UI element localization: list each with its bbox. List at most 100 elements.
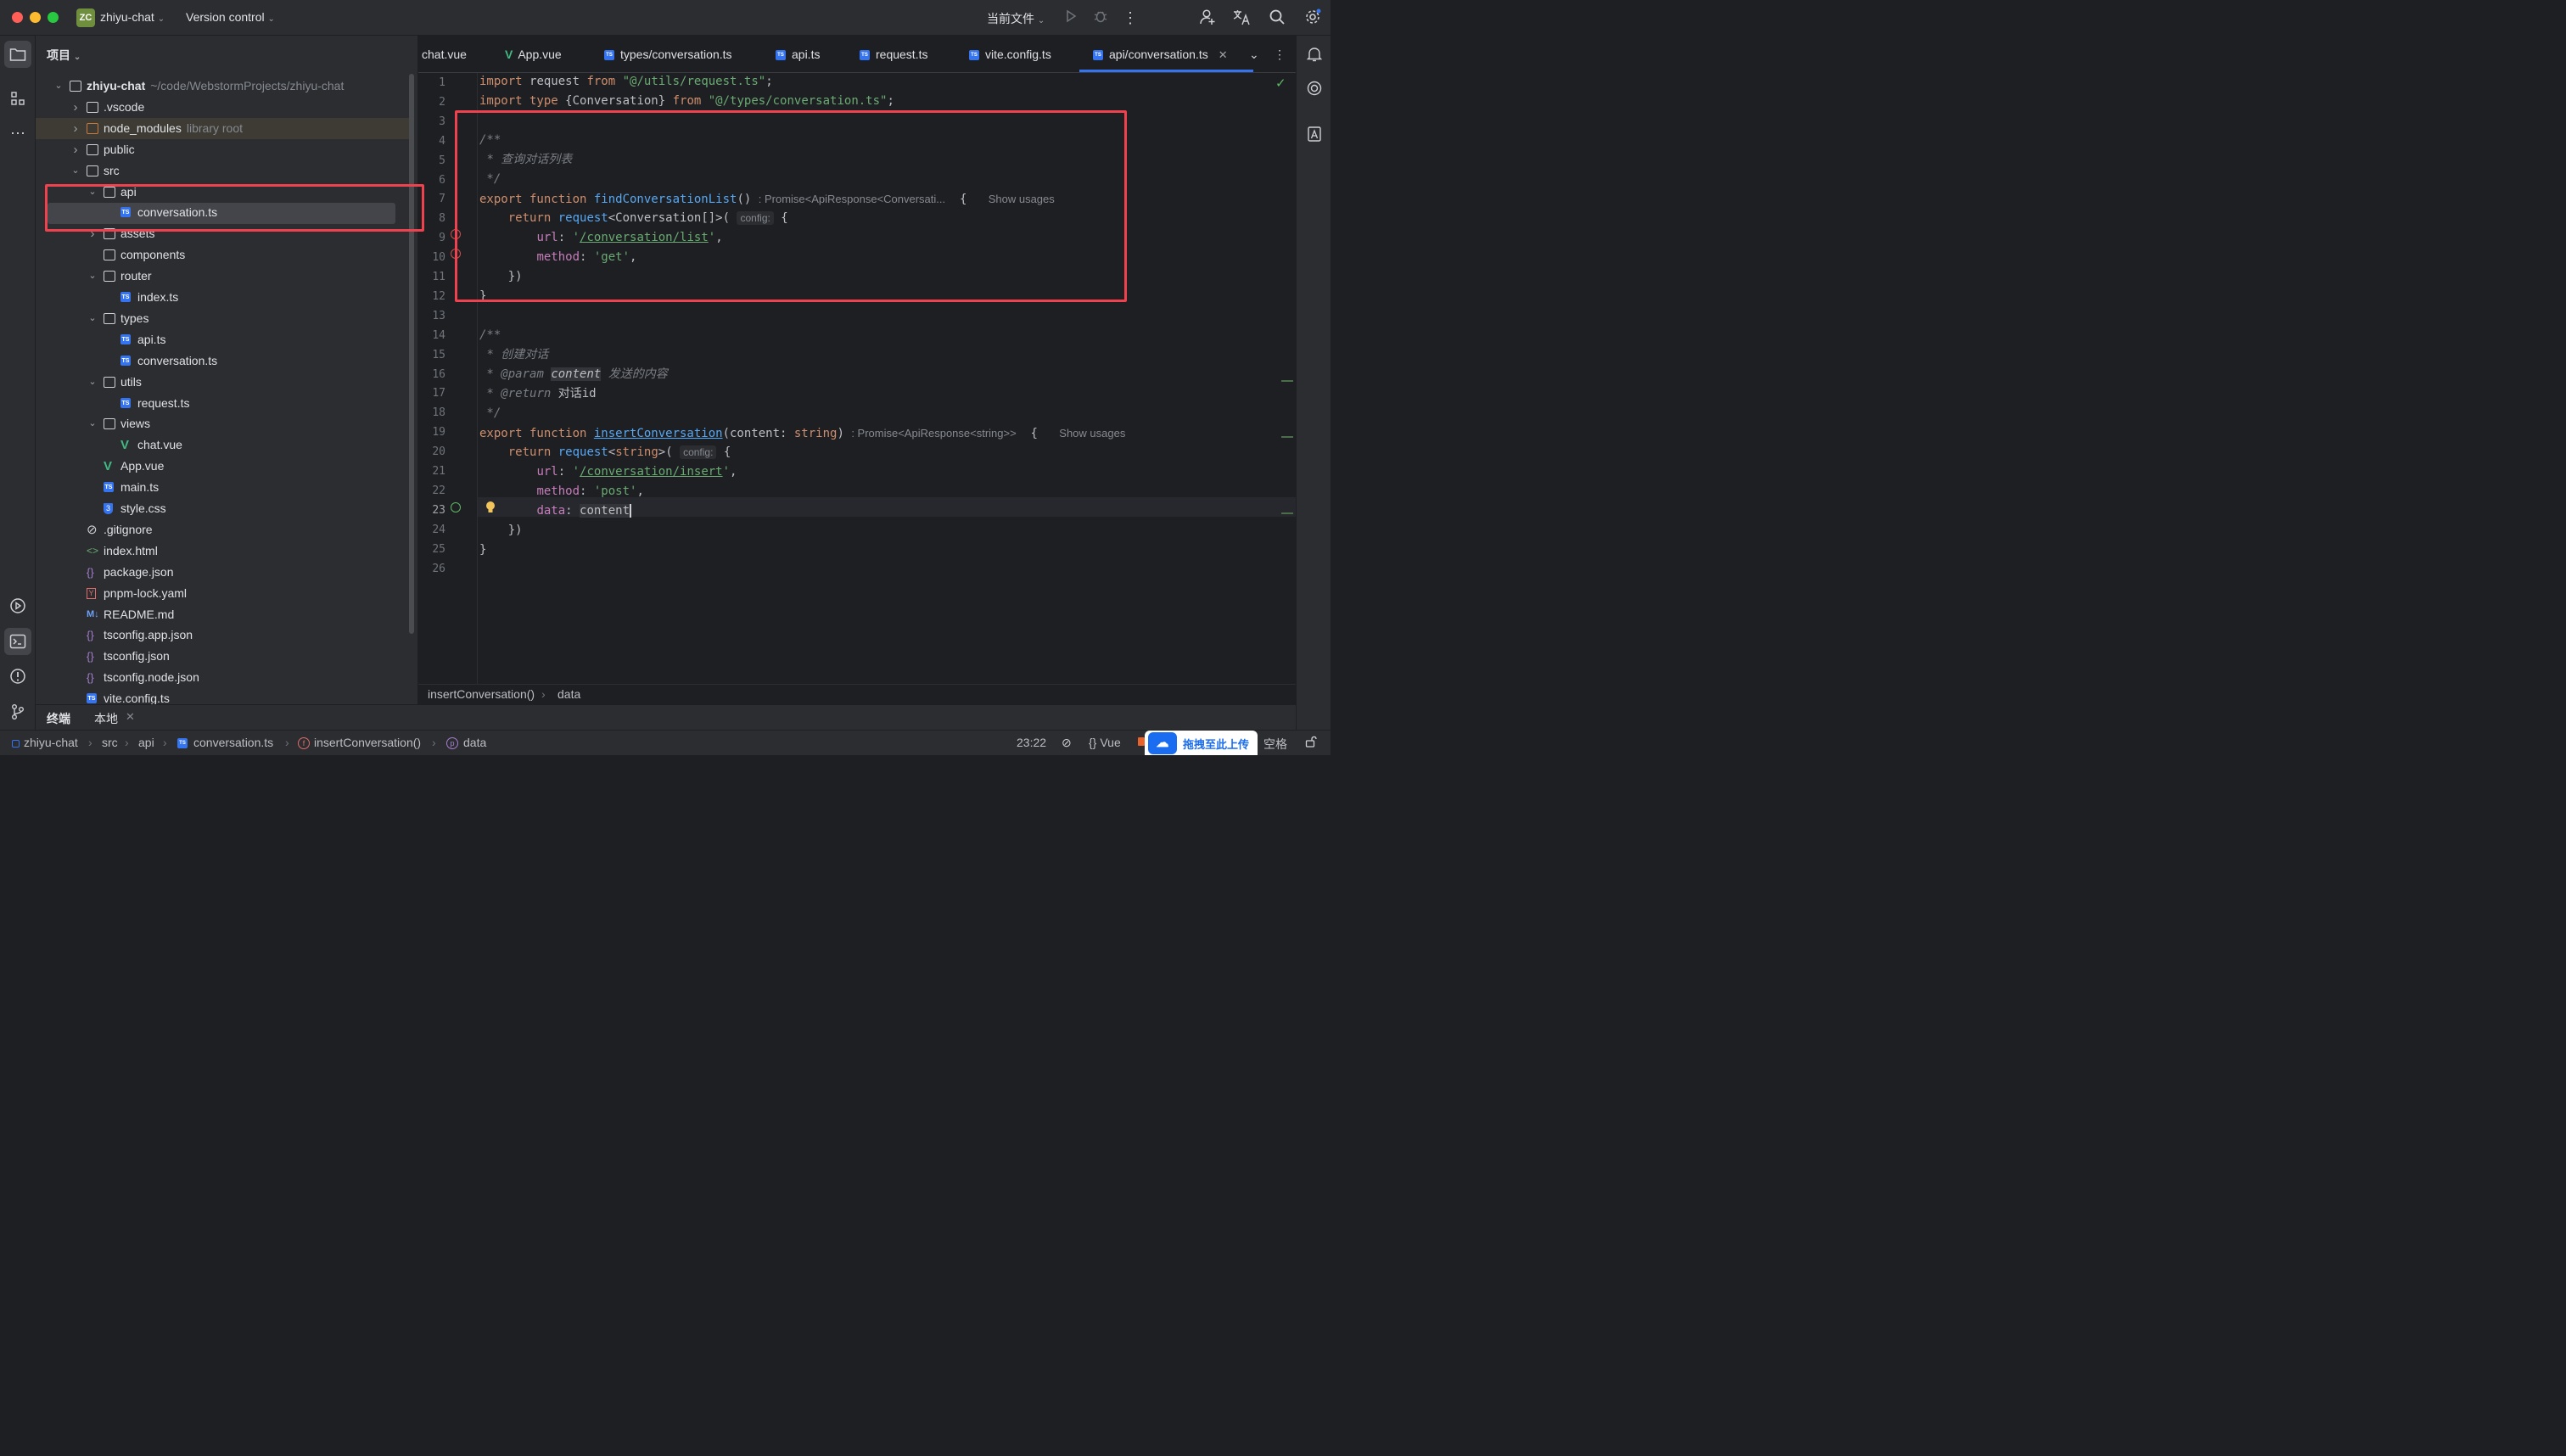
- tab-more-icon[interactable]: ⋮: [1274, 36, 1286, 72]
- reader-mode-icon[interactable]: [1301, 120, 1328, 148]
- project-panel-header[interactable]: 项目 ⌄: [47, 47, 81, 64]
- tree-item[interactable]: {} package.json: [36, 562, 409, 583]
- tree-item[interactable]: ⌄ router: [36, 266, 409, 287]
- crumb-project[interactable]: zhiyu-chat: [12, 736, 78, 749]
- tab-request-ts[interactable]: TS request.ts: [860, 36, 927, 72]
- chevron-down-icon[interactable]: ⌄: [87, 413, 98, 434]
- chevron-right-icon[interactable]: ›: [70, 118, 81, 139]
- tree-item[interactable]: TS conversation.ts: [36, 350, 409, 372]
- chevron-down-icon[interactable]: ⌄: [70, 160, 81, 182]
- close-tab-icon[interactable]: ✕: [126, 710, 135, 724]
- tree-item[interactable]: ⌄ types: [36, 308, 409, 329]
- tab-local[interactable]: 本地: [94, 710, 118, 727]
- chevron-down-icon: ⌄: [1037, 16, 1045, 25]
- tree-item[interactable]: Vchat.vue: [36, 434, 409, 456]
- vcs-menu[interactable]: Version control ⌄: [186, 10, 275, 24]
- tab-api-conversation-ts[interactable]: TS api/conversation.ts ✕: [1079, 36, 1253, 72]
- tree-item[interactable]: ⊘ .gitignore: [36, 519, 409, 540]
- chevron-right-icon[interactable]: ›: [70, 97, 81, 118]
- crumb-file[interactable]: TS conversation.ts: [177, 736, 273, 749]
- crumb-function[interactable]: f insertConversation(): [298, 736, 421, 750]
- minimize-window-button[interactable]: [30, 12, 41, 23]
- folder-icon: [87, 122, 98, 134]
- tree-item[interactable]: <> index.html: [36, 540, 409, 562]
- tree-item[interactable]: TS main.ts: [36, 477, 409, 498]
- tab-types-conversation-ts[interactable]: TS types/conversation.ts: [604, 36, 732, 72]
- tab-app-vue[interactable]: V App.vue: [505, 36, 562, 72]
- tab-label: api.ts: [792, 48, 821, 61]
- problems-icon[interactable]: [4, 663, 31, 690]
- chevron-right-icon: ›: [88, 736, 92, 749]
- tree-item[interactable]: › .vscode: [36, 97, 409, 118]
- tab-chat-vue[interactable]: chat.vue: [422, 36, 467, 72]
- chevron-right-icon[interactable]: ›: [70, 139, 81, 160]
- tree-item[interactable]: {} tsconfig.node.json: [36, 667, 409, 688]
- project-scrollbar[interactable]: [409, 74, 414, 634]
- editor-breadcrumb: insertConversation() › data: [418, 684, 1296, 704]
- tree-item[interactable]: ⌄ views: [36, 413, 409, 434]
- tree-item[interactable]: Ypnpm-lock.yaml: [36, 583, 409, 604]
- translate-icon[interactable]: [1232, 8, 1251, 27]
- folder-icon: [87, 143, 98, 155]
- chevron-down-icon[interactable]: ⌄: [87, 372, 98, 393]
- structure-icon[interactable]: [4, 85, 31, 112]
- lightbulb-icon[interactable]: [485, 501, 496, 517]
- crumb-function[interactable]: insertConversation(): [428, 685, 535, 704]
- search-icon[interactable]: [1268, 8, 1286, 27]
- implemented-marker-icon[interactable]: [451, 502, 461, 512]
- run-icon[interactable]: [1062, 8, 1080, 27]
- git-branch-icon[interactable]: [4, 698, 31, 725]
- crumb-property[interactable]: p data: [446, 736, 486, 750]
- no-ai-icon[interactable]: ⊘: [1062, 736, 1072, 750]
- tab-terminal[interactable]: 终端: [47, 710, 70, 727]
- tree-item[interactable]: TS api.ts: [36, 329, 409, 350]
- more-actions-icon[interactable]: ⋮: [1121, 8, 1140, 27]
- tree-item[interactable]: {} tsconfig.json: [36, 646, 409, 667]
- show-usages-link[interactable]: Show usages: [1059, 427, 1125, 440]
- tree-item[interactable]: TS vite.config.ts: [36, 688, 409, 704]
- indent-setting[interactable]: 空格: [1263, 736, 1287, 753]
- project-switcher[interactable]: zhiyu-chat ⌄: [100, 10, 165, 24]
- tree-item[interactable]: ⌄ utils: [36, 372, 409, 393]
- tab-api-ts[interactable]: TS api.ts: [776, 36, 821, 72]
- project-folder-icon[interactable]: [4, 41, 31, 68]
- close-window-button[interactable]: [12, 12, 23, 23]
- settings-gear-icon[interactable]: [1303, 8, 1322, 27]
- add-user-icon[interactable]: [1198, 8, 1217, 27]
- close-tab-icon[interactable]: ✕: [1219, 48, 1228, 61]
- tab-list-chevron-icon[interactable]: ⌄: [1249, 36, 1259, 72]
- tree-item[interactable]: TS request.ts: [36, 393, 409, 414]
- more-tools-icon[interactable]: ⋯: [4, 120, 31, 147]
- debug-icon[interactable]: [1091, 8, 1110, 27]
- notifications-bell-icon[interactable]: [1301, 41, 1328, 68]
- caret-position[interactable]: 23:22: [1017, 736, 1046, 749]
- crumb-data[interactable]: data: [557, 685, 580, 704]
- tab-vite-config-ts[interactable]: TS vite.config.ts: [969, 36, 1051, 72]
- tree-item[interactable]: › public: [36, 139, 409, 160]
- crumb-src[interactable]: src: [102, 736, 118, 749]
- tree-item[interactable]: components: [36, 244, 409, 266]
- ai-assistant-icon[interactable]: [1301, 75, 1328, 102]
- services-icon[interactable]: [4, 592, 31, 619]
- language-mode[interactable]: {} Vue: [1089, 736, 1121, 749]
- tree-item-label: node_modules: [104, 120, 182, 135]
- tree-item[interactable]: › node_modules library root: [36, 117, 409, 139]
- terminal-icon[interactable]: [4, 628, 31, 655]
- tree-item[interactable]: {} tsconfig.app.json: [36, 624, 409, 646]
- tree-item[interactable]: 3 style.css: [36, 498, 409, 519]
- tree-item[interactable]: ⌄ zhiyu-chat ~/code/WebstormProjects/zhiyu…: [36, 76, 409, 97]
- zoom-window-button[interactable]: [48, 12, 59, 23]
- chevron-down-icon[interactable]: ⌄: [53, 76, 64, 97]
- chevron-down-icon[interactable]: ⌄: [87, 308, 98, 329]
- tree-item[interactable]: ⌄ src: [36, 160, 409, 182]
- tree-item[interactable]: M↓ README.md: [36, 604, 409, 625]
- chevron-down-icon[interactable]: ⌄: [87, 266, 98, 287]
- vue-file-icon: V: [120, 438, 130, 453]
- tree-item[interactable]: TS index.ts: [36, 287, 409, 308]
- crumb-api[interactable]: api: [138, 736, 154, 749]
- lock-open-icon[interactable]: [1305, 736, 1317, 750]
- upload-drop-widget[interactable]: ☁ 拖拽至此上传: [1145, 731, 1258, 755]
- project-badge[interactable]: ZC: [76, 8, 95, 27]
- tree-item[interactable]: V App.vue: [36, 456, 409, 477]
- run-config-selector[interactable]: 当前文件 ⌄: [987, 10, 1045, 27]
